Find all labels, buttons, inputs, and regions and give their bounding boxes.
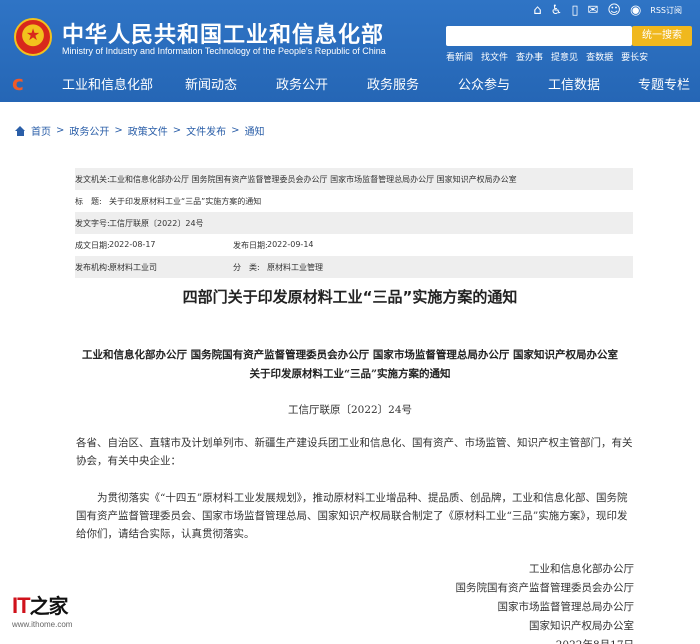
ithome-url: www.ithome.com: [12, 620, 73, 629]
meta-row-title: 标 题: 关于印发原材料工业“三品”实施方案的通知: [75, 190, 633, 212]
meta-cat-label: 分 类:: [233, 262, 260, 272]
quick-link-files[interactable]: 找文件: [481, 50, 508, 63]
breadcrumb-separator: >: [114, 125, 123, 136]
search-button[interactable]: 统一搜索: [632, 26, 692, 46]
signature-line: 国务院国有资产监督管理委员会办公厅: [455, 582, 635, 594]
meta-row-org: 发布机构: 原材料工业司 分 类: 原材料工业管理: [75, 256, 633, 278]
quick-links: 看新闻 找文件 查办事 提意见 查数据 要长安: [446, 50, 648, 63]
home-icon: [15, 125, 26, 136]
meta-row-issuer: 发文机关: 工业和信息化部办公厅 国务院国有资产监督管理委员会办公厅 国家市场监…: [75, 168, 633, 190]
signature-line: 国家市场监督管理总局办公厅: [497, 601, 635, 613]
breadcrumb: 首页 > 政务公开 > 政策文件 > 文件发布 > 通知: [15, 123, 265, 138]
breadcrumb-policy-files[interactable]: 政策文件: [128, 123, 168, 138]
site-subtitle: Ministry of Industry and Information Tec…: [62, 46, 386, 56]
top-toolbar: ⌂ ♿ ▯ ✉ ☺ ◉ RSS订阅: [533, 2, 682, 20]
search-input[interactable]: [446, 26, 632, 46]
meta-docno-value: 工信厅联原〔2022〕24号: [109, 218, 204, 228]
signature-line: 国家知识产权局办公室: [529, 620, 634, 632]
breadcrumb-gov-affairs[interactable]: 政务公开: [69, 123, 109, 138]
ithome-watermark: IT之家 www.ithome.com: [12, 590, 72, 629]
quick-link-feedback[interactable]: 提意见: [551, 50, 578, 63]
article-issuers: 工业和信息化部办公厅 国务院国有资产监督管理委员会办公厅 国家市场监督管理总局办…: [82, 349, 618, 361]
article-signatures: 工业和信息化部办公厅 国务院国有资产监督管理委员会办公厅 国家市场监督管理总局办…: [456, 560, 635, 644]
ithome-logo-hz: 之家: [29, 596, 69, 618]
meta-row-dates: 成文日期: 2022-08-17 发布日期: 2022-09-14: [75, 234, 633, 256]
signature-date: 2022年8月17日: [456, 636, 634, 644]
meta-row-docno: 发文字号: 工信厅联原〔2022〕24号: [75, 212, 633, 234]
meta-issuer-label: 发文机关:: [75, 174, 110, 184]
meta-issuer-value: 工业和信息化部办公厅 国务院国有资产监督管理委员会办公厅 国家市场监督管理总局办…: [109, 174, 517, 184]
signature-line: 工业和信息化部办公厅: [529, 563, 634, 575]
document-meta-table: 发文机关: 工业和信息化部办公厅 国务院国有资产监督管理委员会办公厅 国家市场监…: [75, 168, 633, 278]
meta-cat-value: 原材料工业管理: [267, 262, 323, 272]
breadcrumb-notice[interactable]: 通知: [245, 123, 265, 138]
rss-link[interactable]: RSS订阅: [650, 2, 682, 20]
quick-link-data[interactable]: 查数据: [586, 50, 613, 63]
nav-item-participation[interactable]: 公众参与: [458, 74, 510, 93]
article-paragraph-recipients: 各省、自治区、直辖市及计划单列市、新疆生产建设兵团工业和信息化、国有资产、市场监…: [76, 437, 633, 467]
mobile-icon[interactable]: ▯: [571, 2, 578, 20]
weibo-icon[interactable]: ◉: [630, 2, 641, 20]
nav-item-miit[interactable]: 工业和信息化部: [62, 74, 153, 93]
site-header: 中华人民共和国工业和信息化部 Ministry of Industry and …: [0, 0, 700, 102]
accessibility-icon[interactable]: ♿: [551, 2, 563, 20]
article-paragraph-body: 为贯彻落实《“十四五”原材料工业发展规划》，推动原材料工业增品种、提品质、创品牌…: [76, 492, 628, 540]
meta-org-label: 发布机构:: [75, 262, 110, 272]
home-icon[interactable]: ⌂: [533, 2, 541, 20]
breadcrumb-separator: >: [172, 125, 182, 136]
quick-link-changan[interactable]: 要长安: [621, 50, 648, 63]
article-doc-number: 工信厅联原〔2022〕24号: [287, 404, 413, 416]
quick-link-services[interactable]: 查办事: [516, 50, 543, 63]
mail-icon[interactable]: ✉: [587, 2, 598, 20]
nav-item-gov-services[interactable]: 政务服务: [367, 74, 419, 93]
main-nav: c 工业和信息化部 新闻动态 政务公开 政务服务 公众参与 工信数据 专题专栏: [0, 68, 700, 102]
meta-date-value: 2022-08-17: [109, 239, 156, 249]
breadcrumb-separator: >: [56, 125, 65, 136]
breadcrumb-file-release[interactable]: 文件发布: [186, 123, 226, 138]
national-emblem-icon: [14, 18, 52, 56]
meta-pub-label: 发布日期:: [233, 240, 268, 250]
meta-org-value: 原材料工业司: [109, 262, 157, 272]
site-title[interactable]: 中华人民共和国工业和信息化部: [62, 17, 384, 49]
user-icon[interactable]: ☺: [607, 2, 621, 20]
quick-link-news[interactable]: 看新闻: [446, 50, 473, 63]
nav-item-data[interactable]: 工信数据: [548, 74, 600, 93]
meta-pub-value: 2022-09-14: [267, 239, 314, 249]
nav-item-topics[interactable]: 专题专栏: [638, 74, 690, 93]
ithome-logo-it: IT: [12, 593, 31, 618]
nav-item-gov-affairs[interactable]: 政务公开: [276, 74, 328, 93]
ithome-logo: IT之家: [12, 590, 72, 619]
breadcrumb-separator: >: [231, 125, 240, 136]
site-logo-icon[interactable]: c: [12, 73, 28, 93]
article-title: 四部门关于印发原材料工业“三品”实施方案的通知: [182, 288, 518, 306]
meta-title-label: 标 题:: [75, 196, 102, 206]
breadcrumb-home[interactable]: 首页: [31, 123, 51, 138]
article-subtitle: 关于印发原材料工业“三品”实施方案的通知: [249, 368, 451, 380]
nav-item-news[interactable]: 新闻动态: [185, 74, 237, 93]
meta-title-value: 关于印发原材料工业“三品”实施方案的通知: [109, 196, 262, 206]
meta-date-label: 成文日期:: [75, 240, 110, 250]
meta-docno-label: 发文字号:: [75, 218, 110, 228]
